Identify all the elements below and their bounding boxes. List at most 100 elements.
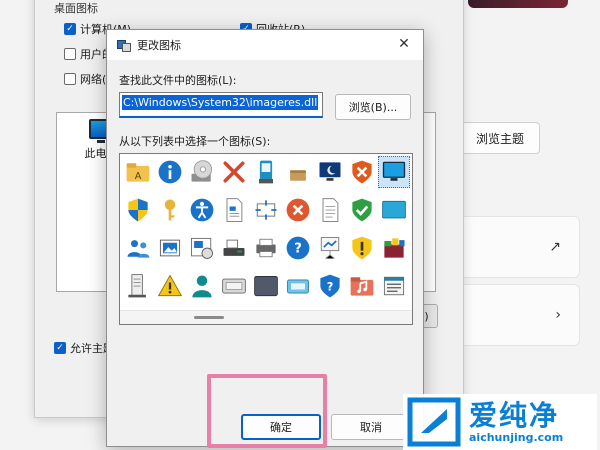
green-shield-check-icon [352, 198, 372, 222]
brand-url: aichunjing.com [469, 430, 564, 444]
close-icon[interactable]: ✕ [395, 35, 413, 53]
icon-option[interactable] [314, 232, 346, 264]
change-icon-app-icon [117, 38, 131, 52]
icon-option[interactable] [218, 270, 250, 302]
hardware-board-icon [222, 278, 246, 294]
svg-text:?: ? [294, 241, 302, 256]
resize-icon [255, 200, 277, 220]
find-in-file-label: 查找此文件中的图标(L): [119, 74, 237, 87]
red-x-icon [223, 161, 245, 183]
path-value: C:\Windows\System32\imageres.dll [122, 95, 319, 110]
picture-icon [159, 239, 181, 257]
folder-a-icon: A [126, 163, 150, 182]
icon-option[interactable] [186, 270, 218, 302]
key-icon [164, 199, 176, 221]
info-icon [158, 160, 182, 184]
icon-option[interactable] [186, 194, 218, 226]
icon-option[interactable] [250, 194, 282, 226]
icon-option[interactable] [378, 156, 410, 188]
checkbox-allow-themes[interactable]: ✓ 允许主题 [54, 340, 114, 356]
checkbox-box[interactable] [64, 48, 76, 60]
presentation-icon [320, 237, 340, 259]
cancel-button[interactable]: 取消 [331, 414, 411, 440]
horizontal-scrollbar[interactable] [120, 310, 412, 324]
icon-option[interactable]: ? [282, 232, 314, 264]
blank-document-icon [322, 198, 339, 222]
icon-option[interactable] [218, 232, 250, 264]
box-icon [290, 170, 306, 181]
settings-card-related[interactable]: ↗ [444, 216, 580, 278]
music-folder-icon [350, 277, 374, 296]
icon-option[interactable] [186, 156, 218, 188]
image-frame-icon [191, 237, 213, 259]
icon-option[interactable]: A [122, 156, 154, 188]
cd-drive-icon [191, 160, 213, 182]
icon-option[interactable] [250, 156, 282, 188]
icon-option[interactable] [186, 232, 218, 264]
brand-name: 爱纯净 [469, 398, 560, 432]
icon-option[interactable] [346, 270, 378, 302]
uac-shield-icon [128, 198, 148, 222]
icon-option[interactable] [250, 232, 282, 264]
select-icon-label: 从以下列表中选择一个图标(S): [119, 135, 271, 148]
icon-option[interactable]: ? [314, 270, 346, 302]
checkbox-box[interactable]: ✓ [54, 342, 66, 354]
icon-option[interactable] [154, 156, 186, 188]
scrollbar-thumb[interactable] [194, 316, 224, 319]
icon-option[interactable] [122, 270, 154, 302]
window-icon [287, 279, 309, 294]
icon-option[interactable] [154, 194, 186, 226]
icon-option[interactable] [282, 156, 314, 188]
browse-theme-button[interactable]: 浏览主题 [460, 122, 540, 154]
icon-list[interactable]: A?? [119, 153, 413, 325]
icon-option[interactable] [218, 156, 250, 188]
icon-option[interactable] [346, 156, 378, 188]
icon-option[interactable] [314, 194, 346, 226]
server-icon [128, 274, 146, 298]
icon-option[interactable] [378, 270, 410, 302]
browse-button[interactable]: 浏览(B)... [335, 94, 411, 120]
dark-board-icon [254, 275, 278, 297]
chevron-right-icon: › [555, 307, 561, 323]
dialog-titlebar[interactable]: 更改图标 ✕ [107, 30, 423, 60]
red-circle-x-icon [286, 198, 310, 222]
icon-option[interactable] [250, 270, 282, 302]
icon-option[interactable] [122, 194, 154, 226]
checkbox-box[interactable]: ✓ [64, 23, 76, 35]
accessibility-icon [190, 198, 214, 222]
checkbox-network[interactable]: 网络( [64, 71, 106, 87]
svg-text:A: A [135, 171, 142, 182]
icon-option[interactable] [378, 232, 410, 264]
icon-option[interactable] [154, 232, 186, 264]
usb-drive-icon [259, 160, 273, 184]
highlight-box [207, 374, 327, 448]
icon-option[interactable] [282, 270, 314, 302]
question-icon: ? [286, 236, 310, 260]
icon-file-path-input[interactable]: C:\Windows\System32\imageres.dll [119, 92, 323, 118]
icon-option[interactable] [378, 194, 410, 226]
svg-text:?: ? [327, 279, 334, 293]
checkbox-box[interactable] [64, 73, 76, 85]
teal-screen-icon [382, 200, 406, 219]
settings-card-next[interactable]: › [444, 284, 580, 346]
yellow-shield-icon [352, 236, 372, 260]
blue-shield-question-icon: ? [320, 274, 340, 298]
icon-option[interactable] [282, 194, 314, 226]
windows-apps-icon [384, 238, 405, 258]
desktop-icons-group-label: 桌面图标 [54, 2, 98, 15]
external-link-icon: ↗ [549, 239, 561, 255]
monitor-icon [382, 161, 406, 181]
icon-option[interactable] [154, 270, 186, 302]
printer-icon [256, 238, 276, 258]
scanner-icon [223, 239, 245, 256]
icon-option[interactable] [346, 232, 378, 264]
icon-option[interactable] [314, 156, 346, 188]
theme-preview-image [468, 0, 568, 8]
list-window-icon [383, 276, 405, 296]
icon-option[interactable] [122, 232, 154, 264]
dialog-title: 更改图标 [137, 39, 181, 52]
document-icon [226, 198, 243, 222]
icon-option[interactable] [218, 194, 250, 226]
users-icon [127, 240, 150, 258]
icon-option[interactable] [346, 194, 378, 226]
